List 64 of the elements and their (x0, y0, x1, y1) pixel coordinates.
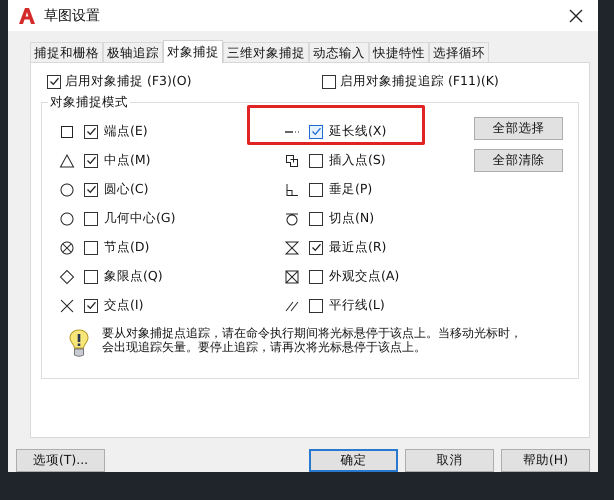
cross-icon (59, 298, 75, 314)
checkbox-label: 最近点(R) (329, 239, 386, 256)
checkbox-label: 象限点(Q) (104, 268, 163, 285)
dashed-line-icon (284, 130, 300, 134)
circle-icon (59, 210, 75, 226)
tab[interactable]: 极轴追踪 (103, 42, 163, 62)
checkbox[interactable] (84, 182, 98, 196)
button[interactable]: 帮助(H) (501, 449, 590, 472)
checkbox-label: 启用对象捕捉追踪 (F11)(K) (340, 73, 499, 90)
checkbox[interactable] (309, 298, 323, 312)
checkbox[interactable] (84, 298, 98, 312)
checkbox-label: 垂足(P) (329, 181, 372, 198)
checkbox[interactable] (309, 270, 323, 284)
checkbox[interactable] (309, 124, 323, 138)
checkbox-label: 几何中心(G) (104, 210, 176, 227)
tangent-icon (284, 210, 300, 226)
app-logo-icon (18, 6, 36, 24)
diamond-icon (59, 268, 75, 284)
checkbox-label: 交点(I) (104, 297, 144, 314)
close-icon (568, 8, 584, 24)
checkbox[interactable] (309, 240, 323, 254)
checkbox-label: 外观交点(A) (329, 268, 400, 285)
lightbulb-icon (68, 328, 90, 358)
tab[interactable]: 动态输入 (309, 42, 369, 62)
checkbox-label: 端点(E) (104, 123, 148, 140)
checkbox[interactable] (309, 154, 323, 168)
triangle-icon (59, 152, 75, 168)
checkbox-label: 插入点(S) (329, 152, 386, 169)
hint-text: 要从对象捕捉点追踪，请在命令执行期间将光标悬停于该点上。当移动光标时，会出现追踪矢量。要停止追踪，请再次将光标悬停于该点上。 (102, 326, 523, 354)
square-icon (59, 124, 75, 140)
checkbox[interactable] (47, 74, 61, 88)
checkbox-label: 切点(N) (329, 210, 374, 227)
checkbox[interactable] (84, 212, 98, 226)
crossed-square-icon (284, 268, 300, 284)
tab[interactable]: 捕捉和栅格 (30, 42, 103, 62)
window-title: 草图设置 (44, 6, 101, 24)
button[interactable]: 确定 (309, 449, 398, 472)
checkbox[interactable] (309, 182, 323, 196)
checkbox[interactable] (84, 240, 98, 254)
tab[interactable]: 三维对象捕捉 (223, 42, 309, 62)
checkbox[interactable] (84, 124, 98, 138)
tab[interactable]: 快捷特性 (369, 42, 429, 62)
button[interactable]: 取消 (405, 449, 494, 472)
checkbox-label: 平行线(L) (329, 297, 385, 314)
button[interactable]: 选项(T)... (16, 449, 105, 472)
crossed-circle-icon (59, 240, 75, 256)
tab[interactable]: 对象捕捉 (163, 40, 223, 63)
group-title: 对象捕捉模式 (48, 94, 130, 111)
checkbox-label: 节点(D) (104, 239, 150, 256)
checkbox[interactable] (84, 154, 98, 168)
checkbox-label: 启用对象捕捉 (F3)(O) (65, 73, 192, 90)
insert-icon (284, 152, 300, 168)
button[interactable]: 全部清除 (474, 149, 563, 172)
checkbox[interactable] (309, 212, 323, 226)
hourglass-icon (284, 240, 300, 256)
circle-icon (59, 182, 75, 198)
checkbox-label: 中点(M) (104, 152, 151, 169)
button[interactable]: 全部选择 (474, 117, 563, 140)
perpendicular-icon (284, 182, 300, 198)
checkbox[interactable] (84, 270, 98, 284)
checkbox[interactable] (322, 74, 336, 88)
checkbox-label: 圆心(C) (104, 181, 148, 198)
tab[interactable]: 选择循环 (429, 42, 489, 62)
checkbox-label: 延长线(X) (329, 123, 386, 140)
